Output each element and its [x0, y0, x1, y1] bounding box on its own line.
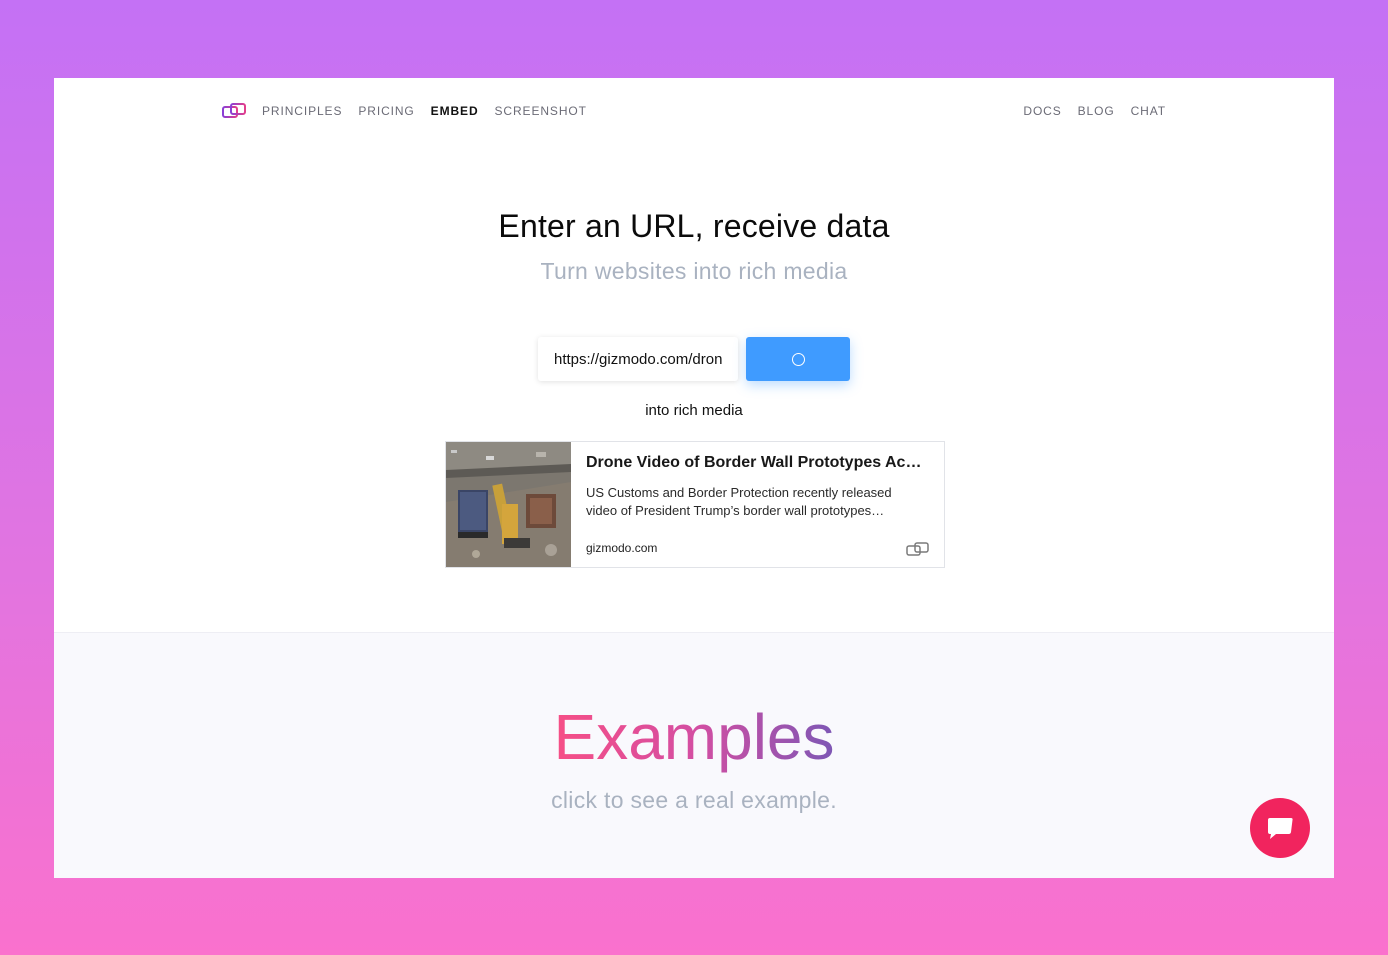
examples-title-text: Examples [553, 701, 835, 773]
top-navigation: PRINCIPLES PRICING EMBED SCREENSHOT DOCS… [54, 78, 1334, 144]
card-thumbnail-image [446, 442, 571, 567]
chat-bubble-icon [1268, 818, 1293, 839]
browser-window: PRINCIPLES PRICING EMBED SCREENSHOT DOCS… [54, 78, 1334, 878]
card-body: Drone Video of Border Wall Prototypes Ac… [571, 442, 944, 567]
nav-link-screenshot[interactable]: SCREENSHOT [495, 104, 587, 118]
hero-subtitle: Turn websites into rich media [540, 258, 848, 284]
nav-link-pricing[interactable]: PRICING [358, 104, 414, 118]
nav-link-blog[interactable]: BLOG [1078, 104, 1115, 118]
nav-right-links: DOCS BLOG CHAT [1023, 104, 1166, 118]
url-form [538, 337, 850, 381]
nav-link-principles[interactable]: PRINCIPLES [262, 104, 342, 118]
examples-title: Examples [54, 697, 1334, 777]
chat-launcher-button[interactable] [1250, 798, 1310, 858]
card-description: US Customs and Border Protection recentl… [586, 485, 892, 518]
nav-link-chat[interactable]: CHAT [1131, 104, 1166, 118]
result-caption: into rich media [645, 402, 743, 419]
card-title: Drone Video of Border Wall Prototypes Ac… [586, 454, 922, 471]
microlink-logo-icon[interactable] [222, 102, 246, 120]
submit-button[interactable] [746, 337, 850, 381]
microlink-logo-icon [906, 542, 929, 556]
nav-link-docs[interactable]: DOCS [1023, 104, 1061, 118]
nav-link-embed[interactable]: EMBED [431, 104, 479, 118]
nav-left-links: PRINCIPLES PRICING EMBED SCREENSHOT [262, 104, 587, 118]
hero-title: Enter an URL, receive data [498, 208, 890, 244]
link-preview-card[interactable]: Drone Video of Border Wall Prototypes Ac… [445, 441, 945, 568]
examples-subtitle: click to see a real example. [551, 787, 837, 813]
examples-section: Examples click to see a real example. [54, 632, 1334, 878]
url-input[interactable] [538, 337, 738, 381]
card-domain: gizmodo.com [586, 541, 658, 555]
loading-spinner-icon [791, 352, 805, 366]
